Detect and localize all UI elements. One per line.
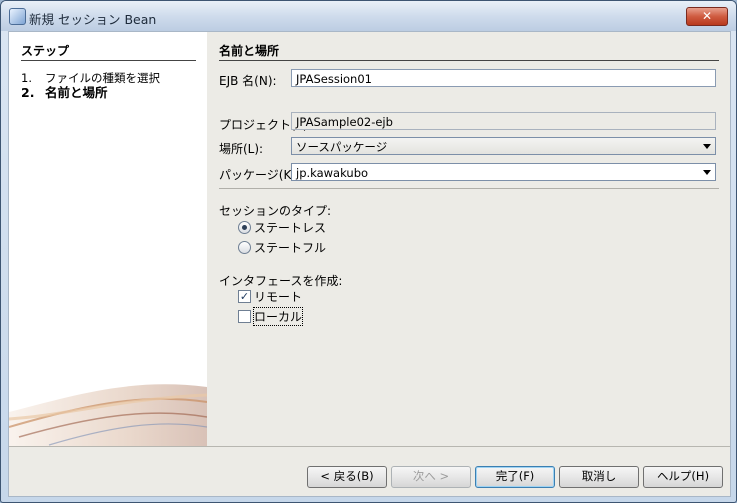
window-title: 新規 セッション Bean: [29, 12, 157, 27]
ejb-name-label: EJB 名(N):: [219, 74, 277, 88]
finish-button[interactable]: 完了(F): [475, 466, 555, 488]
step-item-current: 2. 名前と場所: [21, 82, 108, 101]
title-bar[interactable]: 新規 セッション Bean ✕: [1, 1, 736, 31]
stateless-radio[interactable]: [238, 221, 251, 234]
package-combobox[interactable]: jp.kawakubo: [291, 163, 716, 181]
stateful-radio[interactable]: [238, 241, 251, 254]
package-value: jp.kawakubo: [296, 166, 369, 180]
back-button[interactable]: < 戻る(B): [307, 466, 387, 488]
stateful-label[interactable]: ステートフル: [254, 239, 326, 256]
remote-checkbox[interactable]: ✓: [238, 290, 251, 303]
form-panel: 名前と場所 EJB 名(N): JPASession01 プロジェクト(P): …: [207, 32, 730, 446]
interface-label: インタフェースを作成:: [219, 274, 343, 288]
local-checkbox[interactable]: [238, 310, 251, 323]
project-field: JPASample02-ejb: [291, 112, 716, 130]
footer-separator: [9, 446, 730, 447]
ejb-name-input[interactable]: JPASession01: [291, 69, 716, 87]
decorative-swoosh-graphic: [9, 384, 207, 447]
dialog-client-area: ステップ 1. ファイルの種類を選択 2. 名前と場所 名前と場所 EJB 名(…: [8, 31, 731, 497]
close-button[interactable]: ✕: [686, 7, 728, 26]
chevron-down-icon[interactable]: [703, 170, 711, 175]
remote-label[interactable]: リモート: [254, 288, 302, 305]
section-title: 名前と場所: [219, 42, 719, 61]
step-label: 名前と場所: [45, 85, 108, 100]
stateless-label[interactable]: ステートレス: [254, 219, 326, 236]
dialog-window: 新規 セッション Bean ✕ ステップ 1. ファイルの種類を選択 2. 名前と場…: [0, 0, 737, 503]
divider: [219, 188, 719, 189]
package-label: パッケージ(K):: [219, 168, 301, 182]
location-label: 場所(L):: [219, 142, 264, 156]
chevron-down-icon[interactable]: [703, 144, 711, 149]
step-number: 2.: [21, 85, 35, 100]
session-type-label: セッションのタイプ:: [219, 204, 332, 218]
next-button[interactable]: 次へ >: [391, 466, 471, 488]
steps-heading: ステップ: [21, 42, 196, 61]
bean-app-icon: [9, 8, 26, 25]
location-dropdown[interactable]: ソースパッケージ: [291, 137, 716, 155]
help-button[interactable]: ヘルプ(H): [643, 466, 723, 488]
cancel-button[interactable]: 取消し: [559, 466, 639, 488]
steps-panel: ステップ 1. ファイルの種類を選択 2. 名前と場所: [9, 32, 207, 447]
local-label[interactable]: ローカル: [252, 307, 304, 326]
location-value: ソースパッケージ: [296, 140, 388, 154]
